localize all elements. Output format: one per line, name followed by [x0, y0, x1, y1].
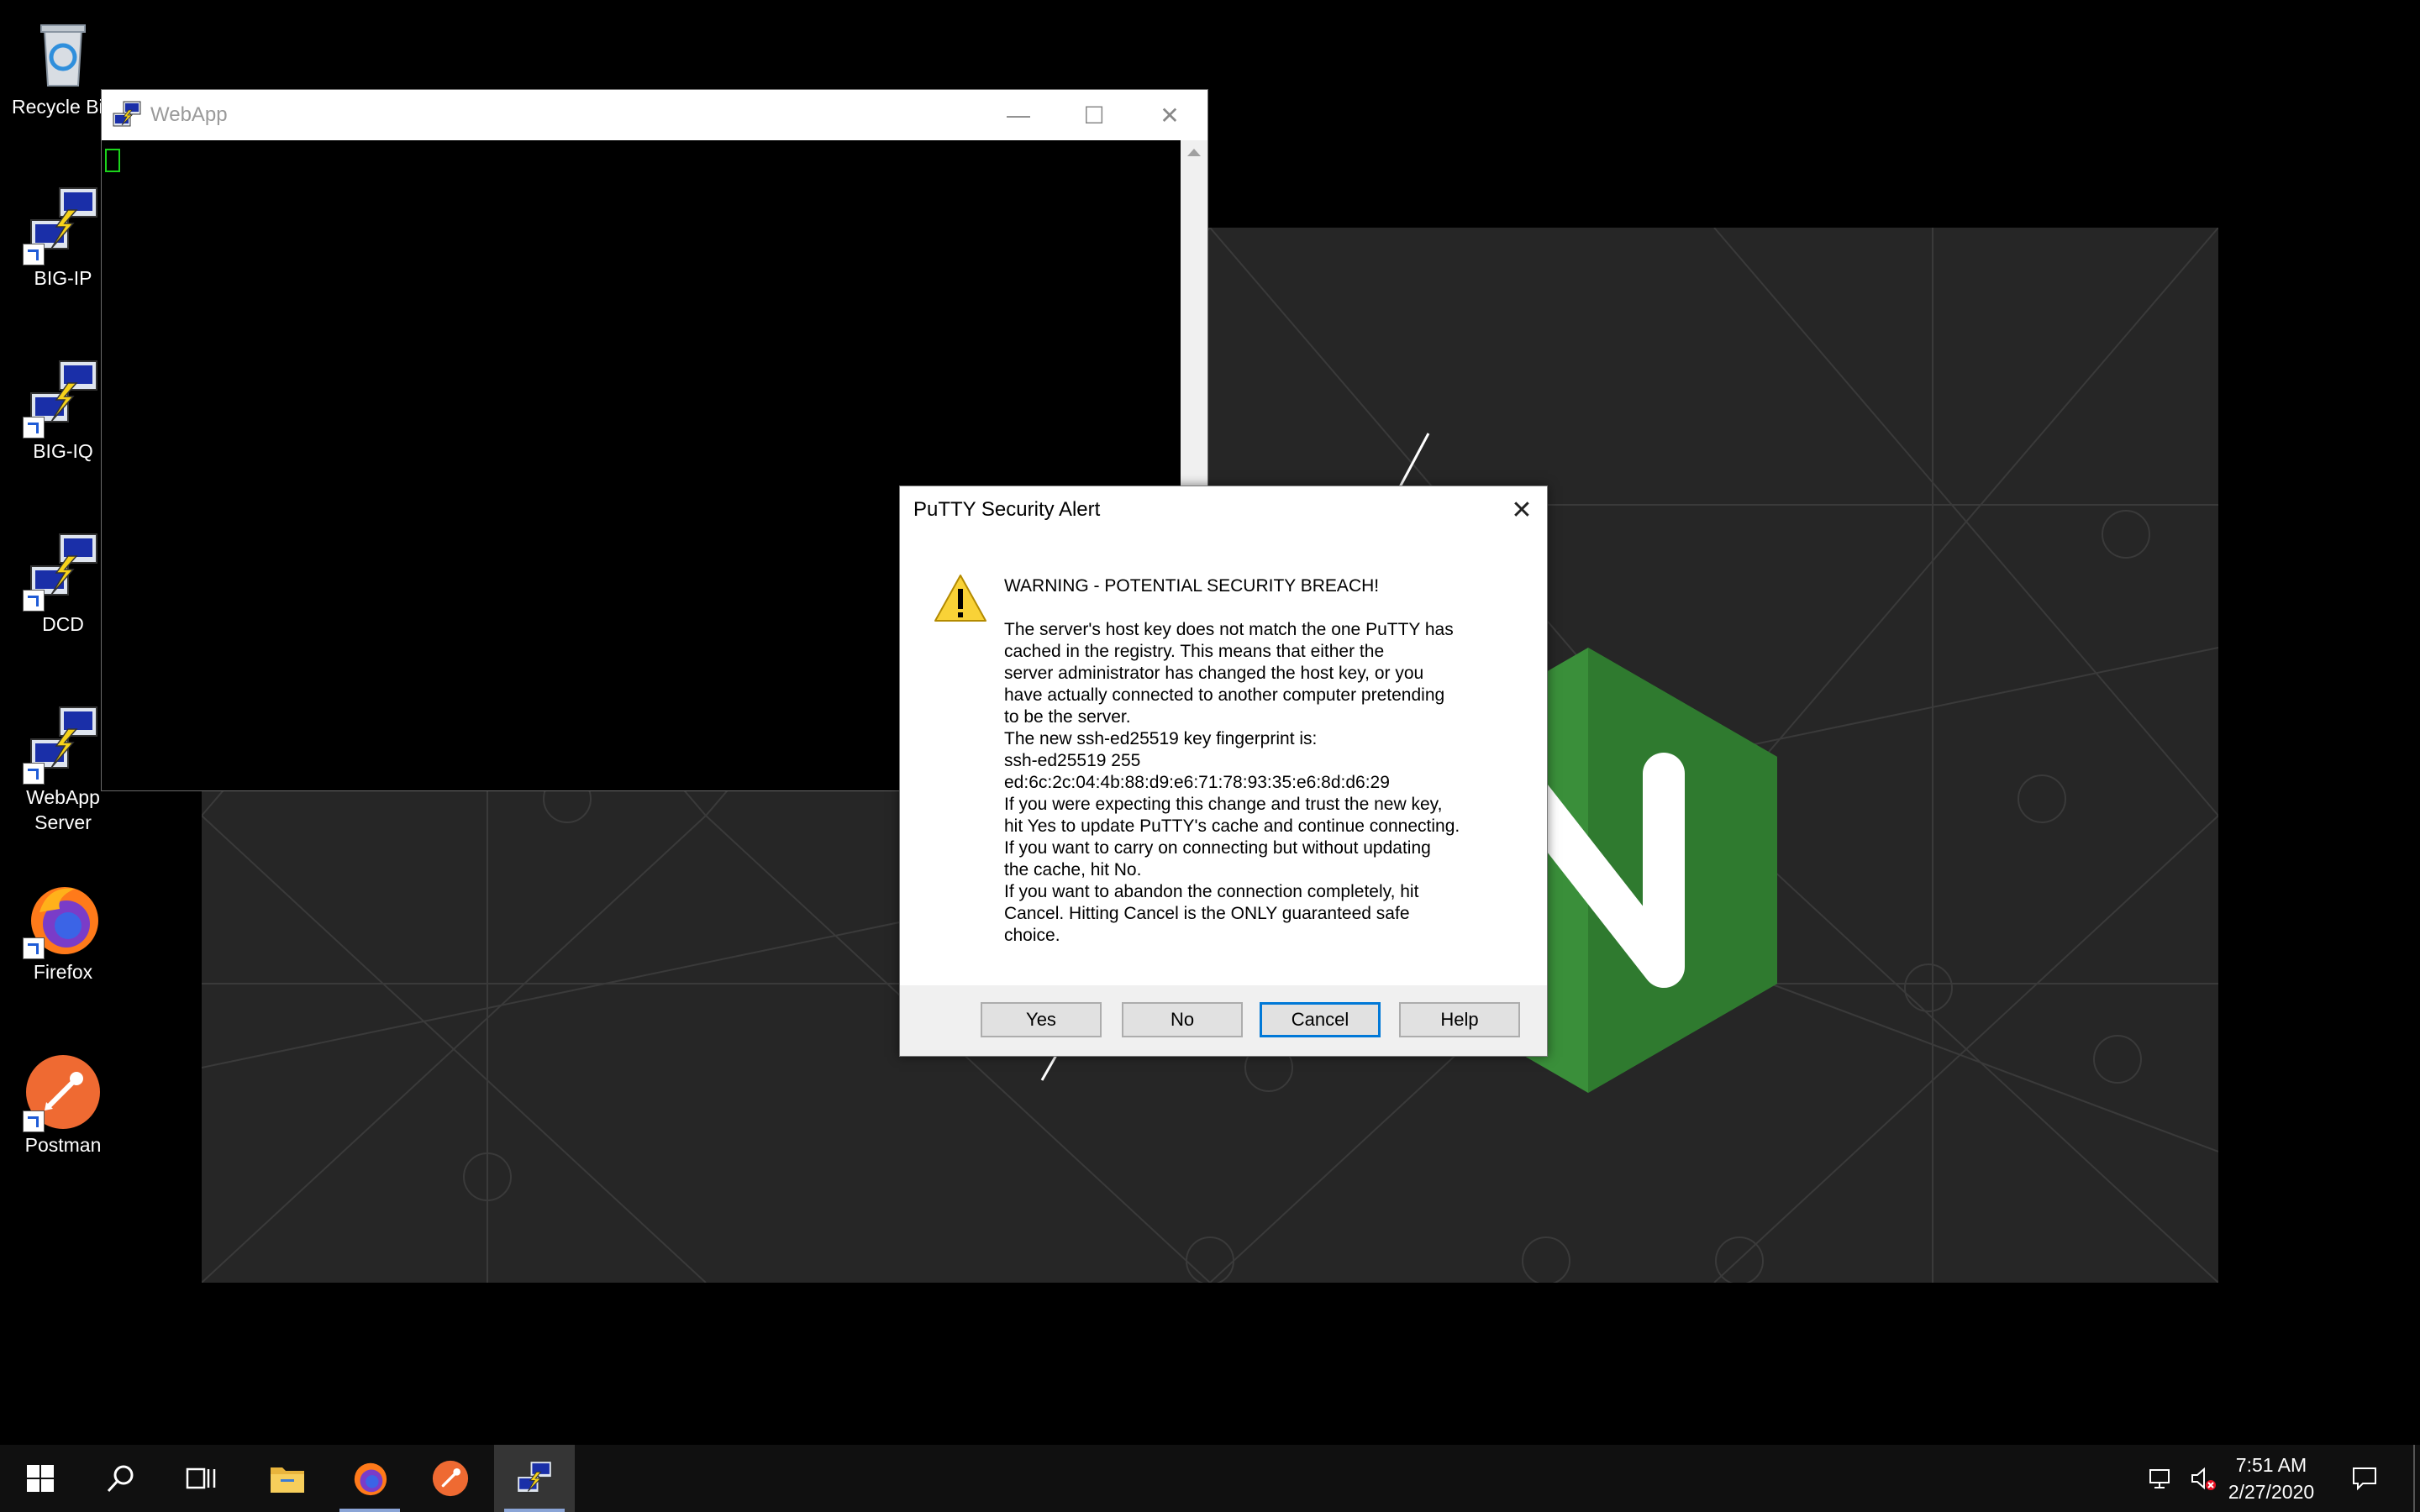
message-line: The server's host key does not match the… — [1004, 620, 1454, 639]
message-line: cached in the registry. This means that … — [1004, 642, 1385, 661]
desktop-icon-label: WebApp Server — [26, 786, 100, 833]
start-button[interactable] — [0, 1445, 81, 1512]
shortcut-arrow-icon — [23, 244, 45, 265]
message-line: server administrator has changed the hos… — [1004, 664, 1424, 683]
message-line: the cache, hit No. — [1004, 860, 1142, 879]
start-icon — [27, 1465, 54, 1492]
yes-button[interactable]: Yes — [981, 1002, 1102, 1037]
message-line: The new ssh-ed25519 key fingerprint is: — [1004, 729, 1318, 748]
search-icon — [107, 1465, 134, 1493]
clock-time: 7:51 AM — [2235, 1454, 2307, 1476]
security-alert-dialog[interactable]: PuTTY Security Alert ✕ WARNING - POTENTI… — [899, 486, 1548, 1057]
taskbar-putty[interactable] — [494, 1445, 575, 1512]
shortcut-arrow-icon — [23, 1110, 45, 1132]
taskbar-postman[interactable] — [410, 1445, 491, 1512]
task-view-icon — [186, 1467, 216, 1489]
taskbar-file-explorer[interactable] — [247, 1445, 328, 1512]
shortcut-arrow-icon — [23, 937, 45, 959]
action-center-icon[interactable] — [2351, 1465, 2378, 1492]
warning-icon — [934, 572, 987, 626]
network-icon[interactable] — [2148, 1465, 2175, 1492]
message-line: hit Yes to update PuTTY's cache and cont… — [1004, 816, 1460, 836]
postman-icon — [432, 1460, 469, 1497]
window-titlebar[interactable]: WebApp — ☐ ✕ — [102, 90, 1207, 140]
shortcut-arrow-icon — [23, 590, 45, 612]
taskbar: 7:51 AM 2/27/2020 — [0, 1445, 2420, 1512]
dialog-button-bar: Yes No Cancel Help — [900, 985, 1547, 1056]
message-line: If you want to abandon the connection co… — [1004, 882, 1419, 901]
desktop-icon-postman[interactable]: Postman — [0, 1052, 126, 1158]
search-button[interactable] — [81, 1445, 161, 1512]
file-explorer-icon — [271, 1467, 304, 1493]
dialog-close-button[interactable]: ✕ — [1507, 495, 1537, 525]
scroll-up-icon[interactable] — [1187, 149, 1201, 156]
firefox-icon — [354, 1462, 387, 1496]
putty-icon — [23, 358, 103, 438]
shortcut-arrow-icon — [23, 763, 45, 785]
no-button[interactable]: No — [1122, 1002, 1243, 1037]
recycle-bin-icon — [23, 13, 103, 94]
message-line: ssh-ed25519 255 — [1004, 751, 1141, 770]
putty-icon — [516, 1460, 553, 1494]
desktop-icon-label: Firefox — [33, 961, 93, 983]
postman-icon — [23, 1052, 103, 1132]
dialog-title: PuTTY Security Alert — [913, 498, 1101, 521]
putty-icon — [112, 100, 142, 130]
close-button[interactable]: ✕ — [1132, 90, 1207, 140]
terminal-cursor — [105, 149, 120, 172]
task-view-button[interactable] — [161, 1445, 242, 1512]
putty-icon — [23, 531, 103, 612]
shortcut-arrow-icon — [23, 417, 45, 438]
desktop-icon-firefox[interactable]: Firefox — [0, 879, 126, 984]
message-line: have actually connected to another compu… — [1004, 685, 1445, 705]
firefox-icon — [23, 879, 103, 959]
message-line: to be the server. — [1004, 707, 1131, 727]
dialog-message: WARNING - POTENTIAL SECURITY BREACH! The… — [1004, 575, 1525, 947]
putty-icon — [23, 704, 103, 785]
key-fingerprint: ed:6c:2c:04:4b:88:d9:e6:71:78:93:35:e6:8… — [1004, 773, 1390, 792]
volume-muted-icon[interactable] — [2190, 1465, 2217, 1492]
warning-heading: WARNING - POTENTIAL SECURITY BREACH! — [1004, 576, 1380, 596]
minimize-button[interactable]: — — [981, 90, 1056, 140]
message-line: If you want to carry on connecting but w… — [1004, 838, 1431, 858]
cancel-button[interactable]: Cancel — [1260, 1002, 1381, 1037]
taskbar-clock[interactable]: 7:51 AM 2/27/2020 — [2217, 1452, 2326, 1505]
clock-date: 2/27/2020 — [2228, 1481, 2315, 1503]
message-line: choice. — [1004, 926, 1060, 945]
show-desktop-button[interactable] — [2413, 1445, 2420, 1512]
maximize-button[interactable]: ☐ — [1056, 90, 1132, 140]
message-line: Cancel. Hitting Cancel is the ONLY guara… — [1004, 904, 1410, 923]
putty-icon — [23, 185, 103, 265]
desktop-icon-label: Postman — [24, 1134, 102, 1156]
help-button[interactable]: Help — [1399, 1002, 1520, 1037]
message-line: If you were expecting this change and tr… — [1004, 795, 1443, 814]
taskbar-firefox[interactable] — [329, 1445, 410, 1512]
window-title: WebApp — [150, 103, 228, 126]
